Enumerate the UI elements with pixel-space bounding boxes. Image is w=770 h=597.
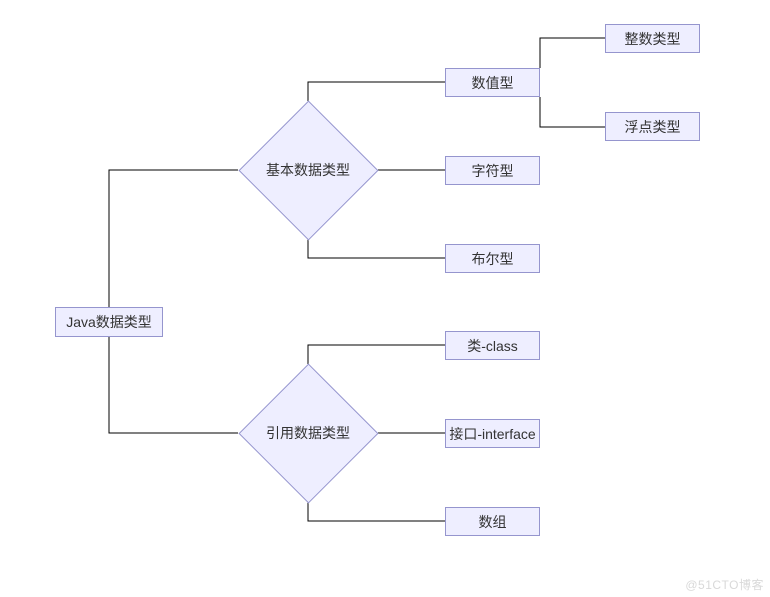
node-java-data-types: Java数据类型 (55, 307, 163, 337)
node-float-type: 浮点类型 (605, 112, 700, 141)
node-reference-data-types: 引用数据类型 (238, 363, 378, 503)
node-array: 数组 (445, 507, 540, 536)
node-class: 类-class (445, 331, 540, 360)
node-numeric-type: 数值型 (445, 68, 540, 97)
node-char-type: 字符型 (445, 156, 540, 185)
node-bool-type: 布尔型 (445, 244, 540, 273)
node-reference-data-types-label: 引用数据类型 (238, 363, 378, 503)
watermark: @51CTO博客 (685, 576, 764, 593)
diagram-connectors (0, 0, 770, 597)
node-interface: 接口-interface (445, 419, 540, 448)
node-basic-data-types: 基本数据类型 (238, 100, 378, 240)
node-basic-data-types-label: 基本数据类型 (238, 100, 378, 240)
node-integer-type: 整数类型 (605, 24, 700, 53)
